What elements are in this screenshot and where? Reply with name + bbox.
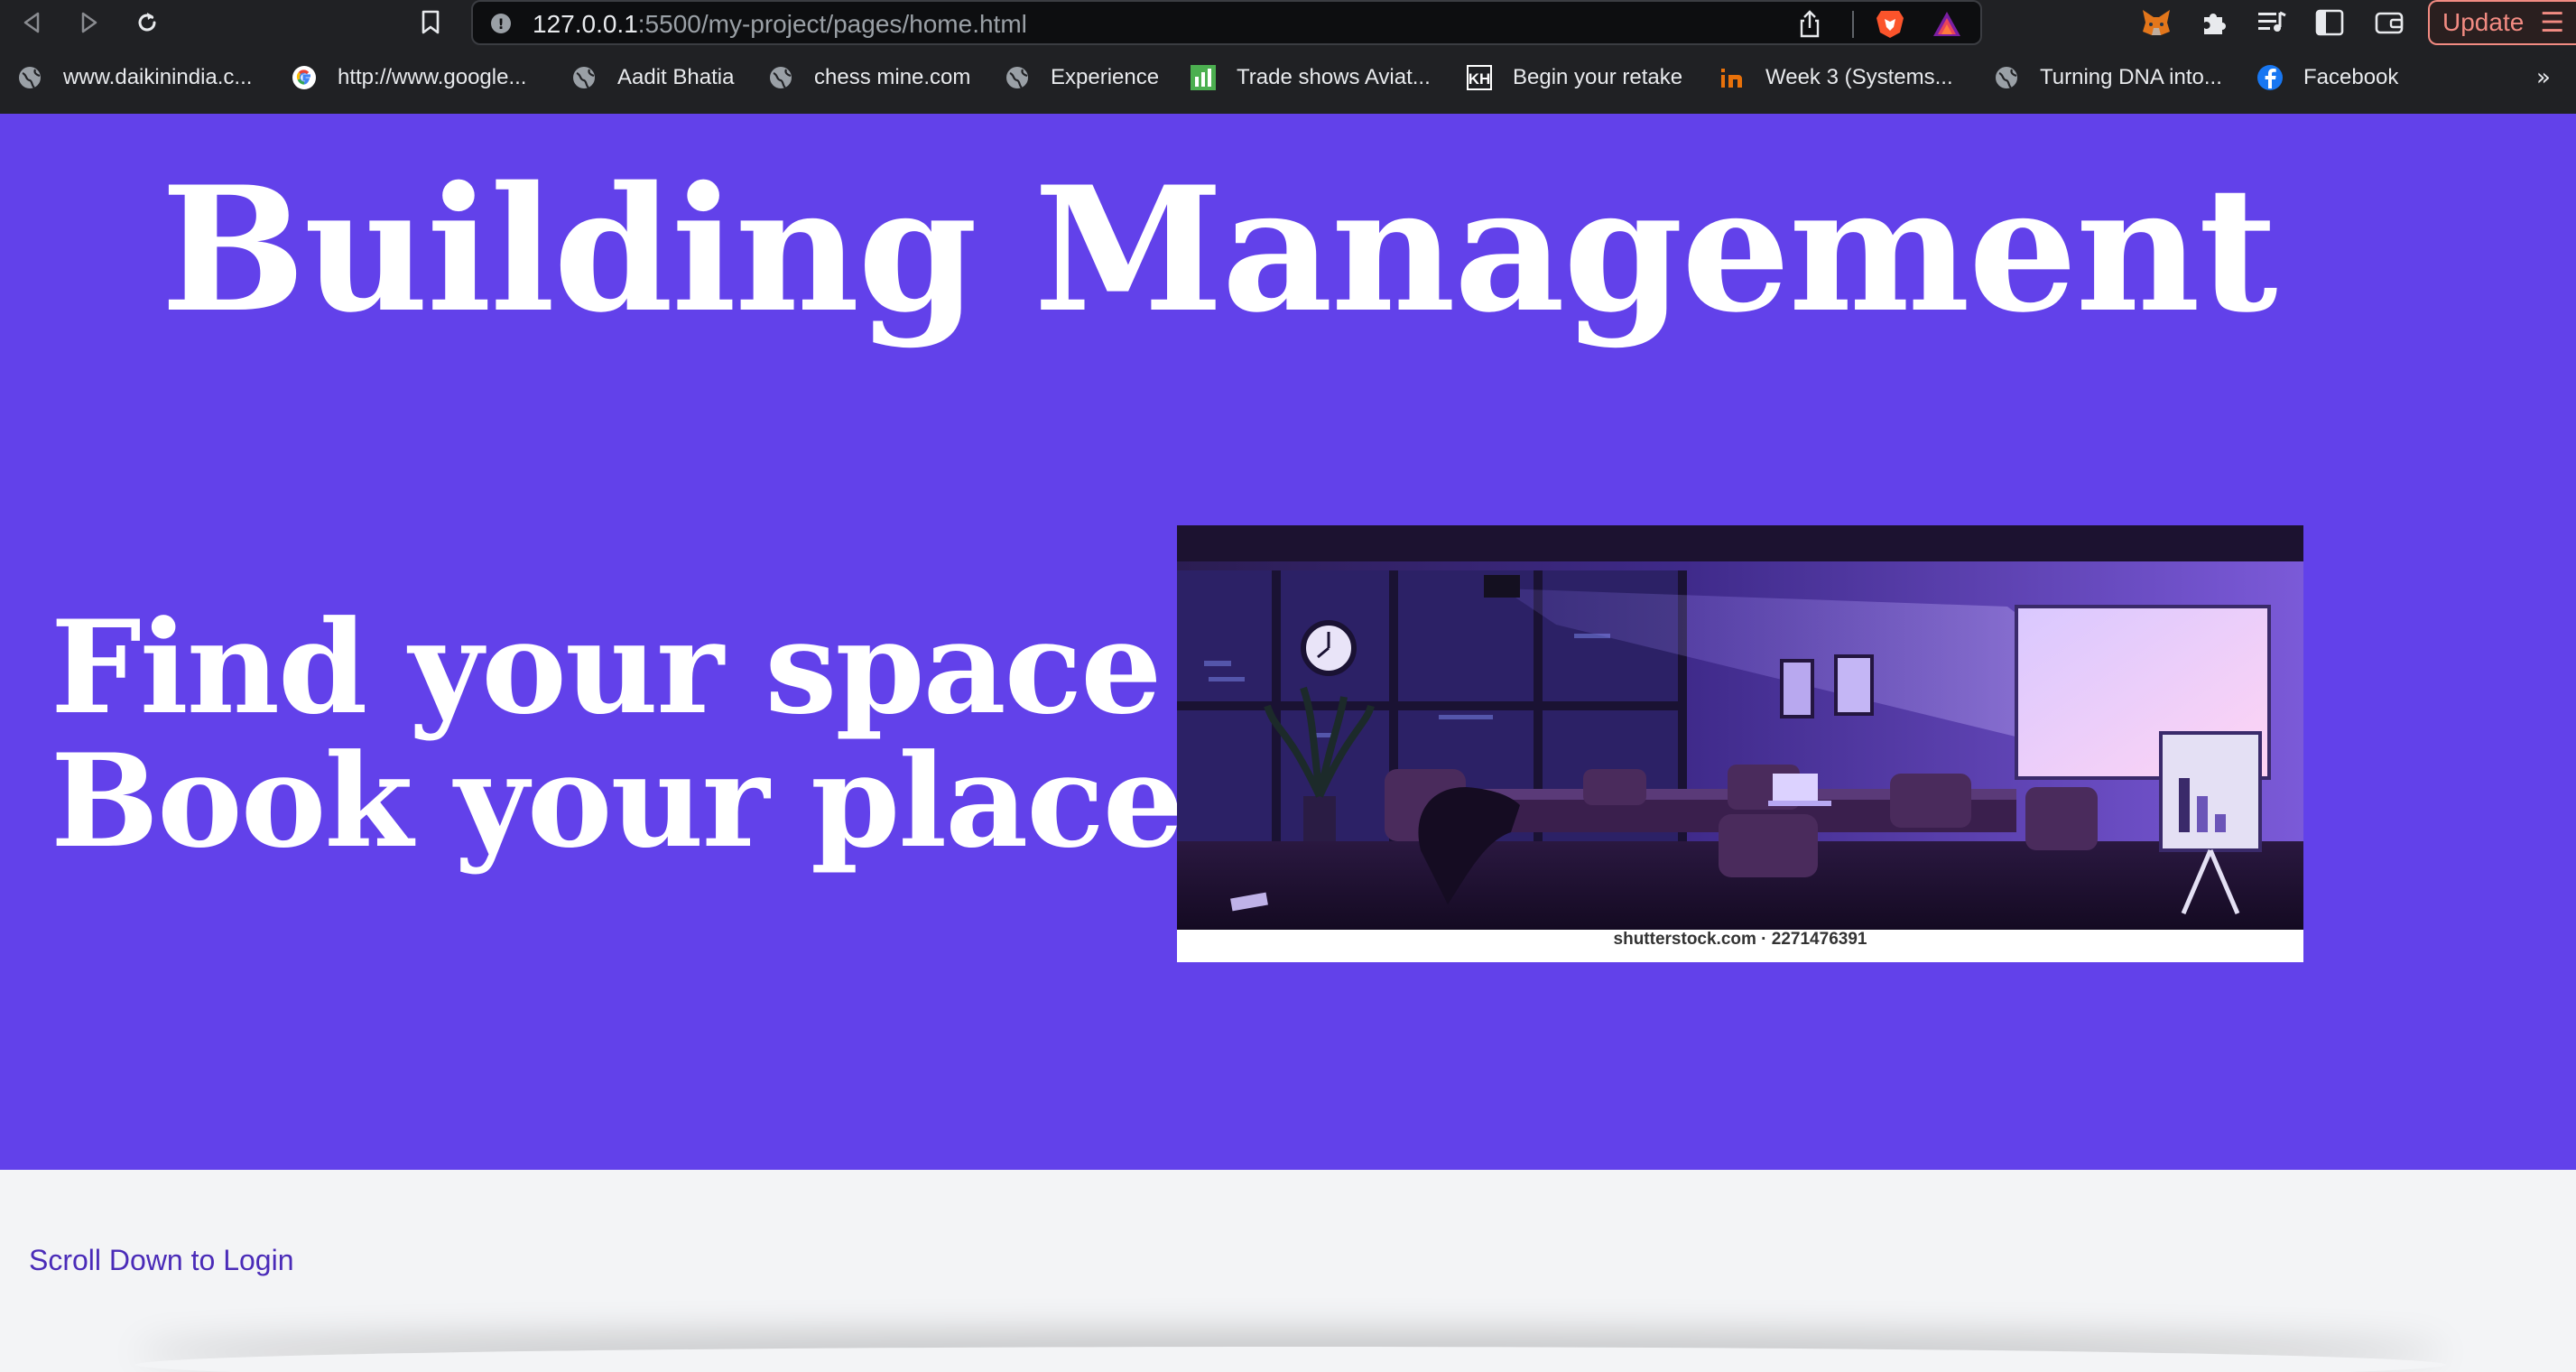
globe-icon [767, 64, 794, 91]
forward-button[interactable] [72, 5, 107, 40]
brave-rewards-icon[interactable] [1932, 9, 1962, 40]
sidebar-toggle-button[interactable] [2312, 5, 2347, 40]
update-label: Update [2442, 8, 2525, 36]
url-text[interactable]: 127.0.0.1:5500/my-project/pages/home.htm… [533, 10, 1027, 39]
bookmark-item[interactable]: Trade shows Aviat... [1190, 56, 1431, 99]
card-shadow [135, 1347, 2446, 1372]
scroll-to-login-link[interactable]: Scroll Down to Login [29, 1244, 293, 1277]
browser-toolbar: ! 127.0.0.1:5500/my-project/pages/home.h… [0, 0, 2576, 45]
reload-button[interactable] [130, 5, 164, 40]
chart-icon [1190, 64, 1217, 91]
brave-shields-icon[interactable] [1874, 7, 1906, 40]
globe-icon [1993, 64, 2020, 91]
facebook-icon [2256, 64, 2284, 91]
image-caption: shutterstock.com · 2271476391 [1613, 930, 1867, 949]
forward-arrow-icon [81, 12, 97, 33]
svg-text:KH: KH [1469, 70, 1491, 88]
browser-chrome: ! 127.0.0.1:5500/my-project/pages/home.h… [0, 0, 2576, 114]
tagline-line-1: Find your space [51, 593, 1163, 743]
url-path: :5500/my-project/pages/home.html [637, 10, 1027, 38]
wallet-button[interactable] [2372, 5, 2406, 40]
google-icon [291, 64, 318, 91]
bookmark-item[interactable]: chess mine.com [767, 56, 970, 99]
content-section: Scroll Down to Login [0, 1170, 2576, 1372]
bookmark-icon [422, 10, 440, 34]
url-divider [1852, 11, 1854, 38]
bookmark-page-button[interactable] [413, 5, 448, 40]
wallet-icon [2375, 12, 2404, 34]
bookmark-label: Trade shows Aviat... [1237, 65, 1431, 89]
office-illustration-image: shutterstock.com · 2271476391 [1177, 525, 2303, 962]
bookmark-label: Facebook [2303, 65, 2399, 89]
in-icon [1719, 64, 1746, 91]
metamask-extension-button[interactable] [2139, 5, 2173, 40]
office-illustration [1177, 525, 2303, 930]
bookmark-label: www.daikinindia.c... [63, 65, 253, 89]
bookmark-label: Begin your retake [1513, 65, 1683, 89]
bookmarks-bar: www.daikinindia.c... http://www.google..… [0, 56, 2576, 99]
bookmark-item[interactable]: KH Begin your retake [1466, 56, 1682, 99]
bookmark-item[interactable]: Aadit Bhatia [570, 56, 734, 99]
share-icon[interactable] [1794, 9, 1825, 40]
puzzle-icon [2204, 14, 2226, 34]
bookmark-item[interactable]: Experience [1004, 56, 1159, 99]
url-host: 127.0.0.1 [533, 10, 638, 38]
bookmark-item[interactable]: Week 3 (Systems... [1719, 56, 1953, 99]
bookmark-item[interactable]: Turning DNA into... [1993, 56, 2222, 99]
reload-icon [138, 13, 156, 32]
back-button[interactable] [14, 5, 49, 40]
bookmark-label: Turning DNA into... [2040, 65, 2222, 89]
tagline-line-2: Book your place [51, 727, 1184, 876]
kh-icon: KH [1466, 64, 1493, 91]
bookmark-item[interactable]: http://www.google... [291, 56, 526, 99]
site-info-icon[interactable]: ! [491, 14, 511, 33]
fox-icon [2143, 10, 2170, 35]
globe-icon [570, 64, 598, 91]
playlist-button[interactable] [2255, 5, 2289, 40]
bookmarks-overflow-button[interactable]: » [2536, 56, 2551, 99]
bookmark-label: chess mine.com [814, 65, 971, 89]
bookmark-item[interactable]: Facebook [2256, 56, 2398, 99]
hero-section: Building Management Find your space Book… [0, 114, 2576, 1170]
sidebar-icon [2315, 9, 2344, 36]
playlist-icon [2258, 11, 2286, 32]
extensions-button[interactable] [2197, 5, 2231, 40]
bookmark-label: Experience [1051, 65, 1160, 89]
back-arrow-icon [23, 12, 40, 33]
globe-icon [16, 64, 43, 91]
bookmark-item[interactable]: www.daikinindia.c... [16, 56, 252, 99]
update-button[interactable]: Update ☰ [2428, 0, 2576, 45]
hero-tagline: Find your space Book your place [51, 593, 1184, 876]
page-title: Building Management [161, 149, 2277, 350]
address-bar[interactable]: ! 127.0.0.1:5500/my-project/pages/home.h… [471, 0, 1982, 45]
menu-icon: ☰ [2540, 6, 2565, 39]
bookmark-label: Week 3 (Systems... [1765, 65, 1953, 89]
bookmark-label: Aadit Bhatia [617, 65, 735, 89]
bookmark-label: http://www.google... [338, 65, 527, 89]
globe-icon [1004, 64, 1031, 91]
